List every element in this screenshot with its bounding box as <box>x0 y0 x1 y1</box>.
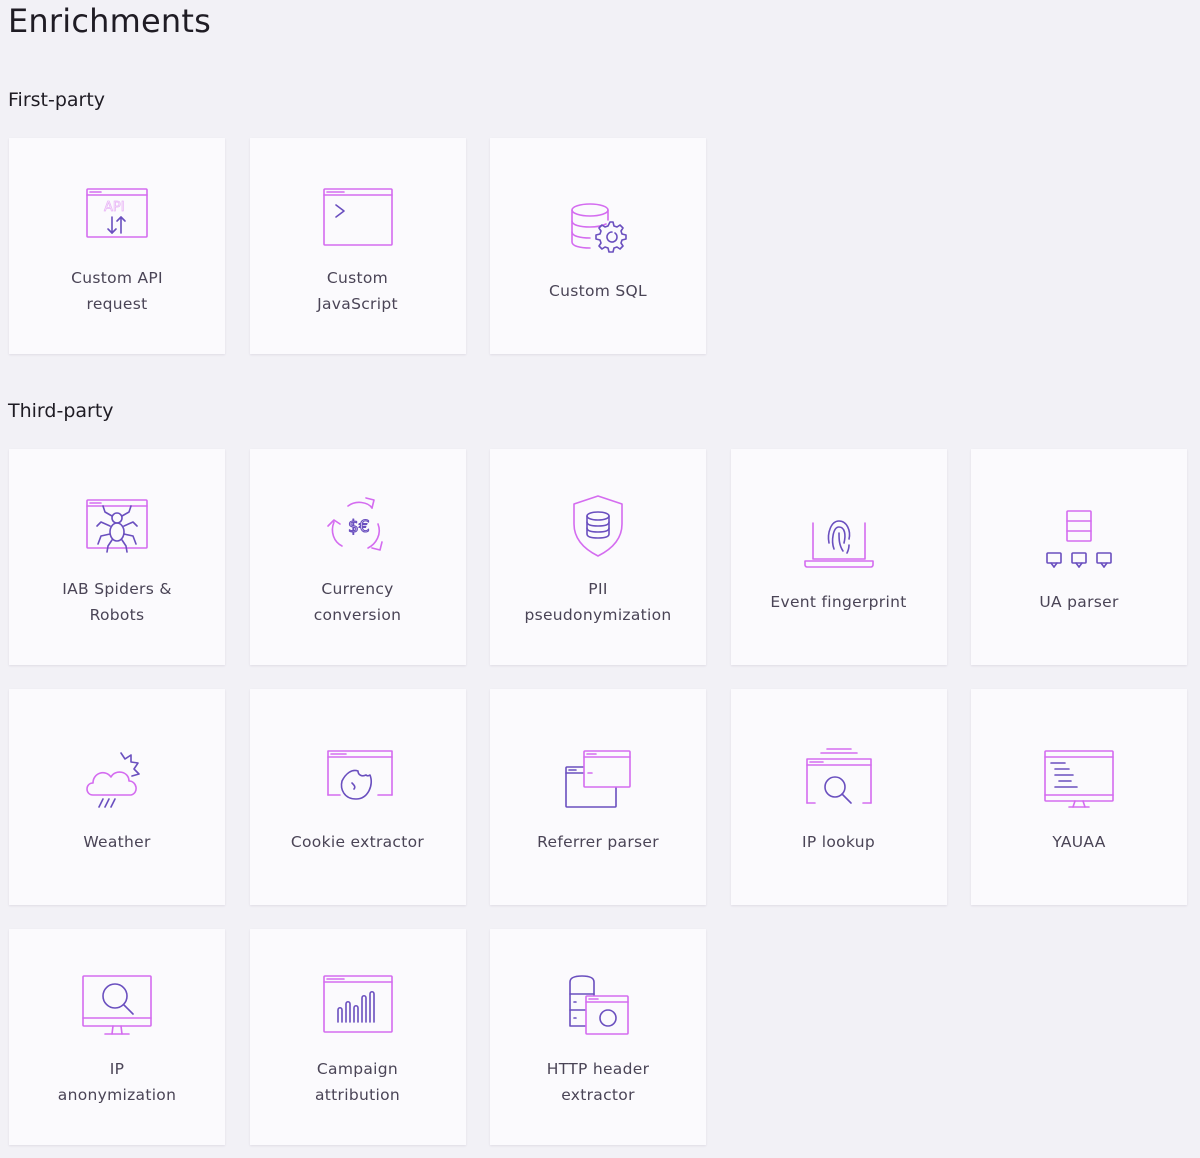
card-custom-api-request[interactable]: API Custom API request <box>9 138 225 354</box>
section-title-first-party: First-party <box>8 89 106 111</box>
card-label: HTTP header extractor <box>546 1060 650 1104</box>
card-label: Custom SQL <box>549 282 647 300</box>
search-monitor-icon <box>77 966 157 1046</box>
bar-chart-window-icon <box>318 966 398 1046</box>
card-label: IP lookup <box>802 833 875 851</box>
stacked-windows-icon <box>558 739 638 819</box>
card-label: Custom API request <box>71 269 163 313</box>
database-gear-icon <box>558 188 638 268</box>
card-http-header-extractor[interactable]: HTTP header extractor <box>490 929 706 1145</box>
card-yauaa[interactable]: YAUAA <box>971 689 1187 905</box>
card-label: Weather <box>83 833 151 851</box>
card-custom-sql[interactable]: Custom SQL <box>490 138 706 354</box>
card-cookie-extractor[interactable]: Cookie extractor <box>249 689 466 905</box>
card-event-fingerprint[interactable]: Event fingerprint <box>730 449 947 665</box>
card-label: Custom JavaScript <box>317 269 398 313</box>
card-label: IAB Spiders & Robots <box>62 580 172 624</box>
card-iab-spiders-robots[interactable]: IAB Spiders & Robots <box>9 449 225 665</box>
svg-text:API: API <box>104 200 125 215</box>
card-label: YAUAA <box>1052 833 1106 851</box>
server-devices-icon <box>1039 499 1119 579</box>
api-window-icon: API <box>77 175 157 255</box>
section-title-third-party: Third-party <box>8 400 114 422</box>
card-label: Currency conversion <box>313 580 402 624</box>
currency-cycle-icon: $€ <box>318 486 398 566</box>
card-referrer-parser[interactable]: Referrer parser <box>490 689 706 905</box>
card-weather[interactable]: Weather <box>9 689 225 905</box>
shield-database-icon <box>558 486 638 566</box>
card-label: UA parser <box>1039 593 1119 611</box>
card-label: Cookie extractor <box>290 833 425 851</box>
third-party-grid: IAB Spiders & Robots $€ Currency convers… <box>9 449 1187 1145</box>
terminal-window-icon <box>318 175 398 255</box>
card-custom-javascript[interactable]: Custom JavaScript <box>249 138 466 354</box>
first-party-grid: API Custom API request Custom JavaScript <box>9 138 1187 354</box>
card-pii-pseudonymization[interactable]: PII pseudonymization <box>490 449 706 665</box>
card-campaign-attribution[interactable]: Campaign attribution <box>249 929 466 1145</box>
card-label: Referrer parser <box>537 833 659 851</box>
spider-window-icon <box>77 486 157 566</box>
svg-text:$€: $€ <box>348 517 370 537</box>
weather-cloud-icon <box>77 739 157 819</box>
server-window-icon <box>558 966 638 1046</box>
card-label: IP anonymization <box>57 1060 177 1104</box>
card-ua-parser[interactable]: UA parser <box>971 449 1187 665</box>
cookie-window-icon <box>318 739 398 819</box>
card-ip-lookup[interactable]: IP lookup <box>730 689 947 905</box>
card-label: Event fingerprint <box>770 593 907 611</box>
card-label: Campaign attribution <box>315 1060 400 1104</box>
card-ip-anonymization[interactable]: IP anonymization <box>9 929 225 1145</box>
fingerprint-laptop-icon <box>799 499 879 579</box>
card-currency-conversion[interactable]: $€ Currency conversion <box>249 449 466 665</box>
code-monitor-icon <box>1039 739 1119 819</box>
card-label: PII pseudonymization <box>524 580 672 624</box>
search-window-icon <box>799 739 879 819</box>
page-title: Enrichments <box>8 2 211 40</box>
